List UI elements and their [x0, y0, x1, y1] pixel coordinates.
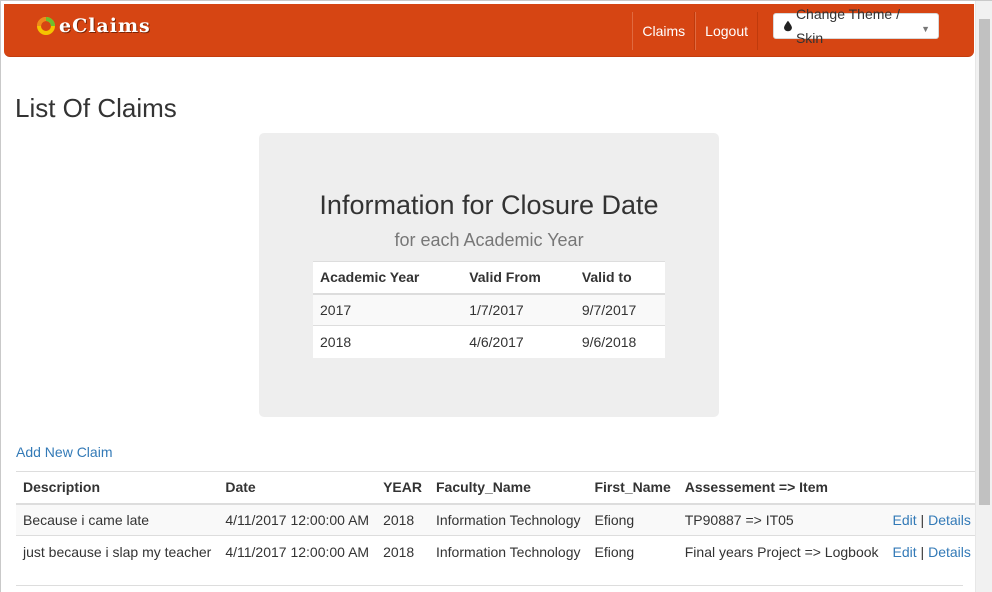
- details-link[interactable]: Details: [928, 544, 971, 560]
- academic-year-cell: 2018: [313, 325, 463, 358]
- claims-table-header-row: Description Date YEAR Faculty_Name First…: [16, 471, 986, 505]
- brand[interactable]: eClaims: [36, 15, 151, 37]
- column-header-academic-year: Academic Year: [313, 261, 463, 295]
- valid-to-cell: 9/7/2017: [574, 293, 665, 326]
- table-row: 2017 1/7/2017 9/7/2017: [313, 293, 665, 326]
- closure-info-title: Information for Closure Date: [319, 190, 659, 220]
- edit-link[interactable]: Edit: [893, 544, 917, 560]
- change-theme-label: Change Theme / Skin: [795, 6, 900, 46]
- valid-to-cell: 9/6/2018: [574, 325, 665, 358]
- closure-info-subtitle: for each Academic Year: [394, 230, 584, 250]
- vertical-scrollbar[interactable]: [975, 1, 992, 592]
- column-header-actions: [885, 471, 986, 505]
- description-cell: Because i came late: [16, 503, 219, 536]
- table-bottom-divider: [16, 585, 963, 586]
- closure-info-panel: Information for Closure Date for each Ac…: [259, 133, 719, 417]
- assessment-cell: TP90887 => IT05: [677, 503, 886, 536]
- faculty-cell: Information Technology: [428, 503, 588, 536]
- column-header-description: Description: [16, 471, 219, 505]
- actions-cell: Edit | Details |: [885, 535, 986, 568]
- page: eClaims Claims Logout Change Theme / Ski…: [0, 0, 992, 592]
- change-theme-button[interactable]: Change Theme / Skin ▼: [773, 6, 939, 46]
- faculty-cell: Information Technology: [428, 535, 588, 568]
- column-header-date: Date: [218, 471, 377, 505]
- column-header-year: YEAR: [376, 471, 429, 505]
- column-header-valid-to: Valid to: [574, 261, 665, 295]
- nav-links: Claims Logout: [632, 12, 758, 50]
- details-link[interactable]: Details: [928, 512, 971, 528]
- year-cell: 2018: [376, 503, 429, 536]
- page-title: List Of Claims: [15, 93, 177, 123]
- table-row: just because i slap my teacher 4/11/2017…: [16, 535, 986, 568]
- closure-date-table: Academic Year Valid From Valid to 2017 1…: [313, 261, 665, 358]
- actions-cell: Edit | Details |: [885, 503, 986, 536]
- nav-logout-link[interactable]: Logout: [695, 12, 758, 50]
- academic-year-cell: 2017: [313, 293, 463, 326]
- link-separator: |: [920, 511, 925, 528]
- column-header-faculty-name: Faculty_Name: [428, 471, 588, 505]
- first-name-cell: Efiong: [587, 535, 678, 568]
- valid-from-cell: 4/6/2017: [462, 325, 575, 358]
- edit-link[interactable]: Edit: [893, 512, 917, 528]
- navbar: eClaims Claims Logout Change Theme / Ski…: [4, 4, 974, 57]
- ring-logo-icon: [37, 17, 55, 35]
- brand-name: eClaims: [59, 15, 151, 37]
- date-cell: 4/11/2017 12:00:00 AM: [218, 503, 377, 536]
- claims-table: Description Date YEAR Faculty_Name First…: [16, 471, 986, 568]
- add-new-claim-link[interactable]: Add New Claim: [16, 444, 112, 460]
- column-header-assessment-item: Assessement => Item: [677, 471, 886, 505]
- first-name-cell: Efiong: [587, 503, 678, 536]
- valid-from-cell: 1/7/2017: [462, 293, 575, 326]
- drop-icon: [784, 20, 792, 32]
- column-header-valid-from: Valid From: [462, 261, 575, 295]
- assessment-cell: Final years Project => Logbook: [677, 535, 886, 568]
- table-row: Because i came late 4/11/2017 12:00:00 A…: [16, 503, 986, 536]
- date-cell: 4/11/2017 12:00:00 AM: [218, 535, 377, 568]
- caret-down-icon: ▼: [921, 24, 930, 34]
- column-header-first-name: First_Name: [587, 471, 678, 505]
- closure-table-header-row: Academic Year Valid From Valid to: [313, 261, 665, 295]
- year-cell: 2018: [376, 535, 429, 568]
- link-separator: |: [920, 543, 925, 560]
- description-cell: just because i slap my teacher: [16, 535, 219, 568]
- scrollbar-thumb[interactable]: [979, 19, 990, 505]
- nav-claims-link[interactable]: Claims: [632, 12, 696, 50]
- table-row: 2018 4/6/2017 9/6/2018: [313, 325, 665, 358]
